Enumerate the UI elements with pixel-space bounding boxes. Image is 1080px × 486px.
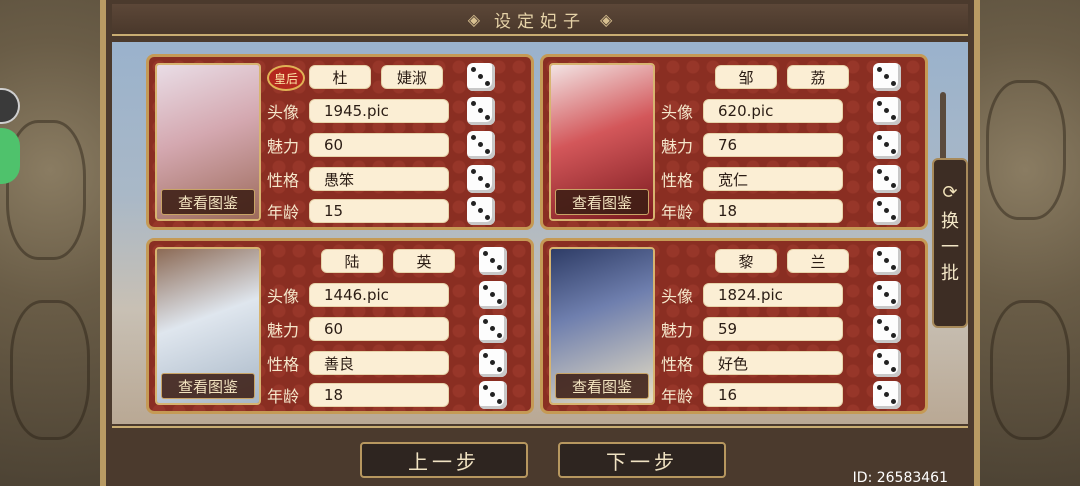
age-field[interactable]: 16	[703, 383, 843, 407]
randomize-age-dice-icon[interactable]	[873, 197, 901, 225]
surname-field[interactable]: 黎	[715, 249, 777, 273]
randomize-avatar-dice-icon[interactable]	[479, 281, 507, 309]
avatar-label: 头像	[661, 103, 694, 122]
personality-field[interactable]: 愚笨	[309, 167, 449, 191]
charm-field[interactable]: 59	[703, 317, 843, 341]
randomize-charm-dice-icon[interactable]	[467, 131, 495, 159]
view-gallery-button[interactable]: 查看图鉴	[555, 373, 649, 399]
personality-field[interactable]: 善良	[309, 351, 449, 375]
age-label: 年龄	[267, 387, 300, 406]
randomize-charm-dice-icon[interactable]	[873, 315, 901, 343]
main-panel: ◈ 设定妃子 ◈ 查看图鉴 皇后 杜 婕淑 头像 1945.pic 魅力 60 …	[100, 0, 980, 486]
floating-menu-button[interactable]	[0, 88, 20, 124]
charm-field[interactable]: 60	[309, 317, 449, 341]
randomize-name-dice-icon[interactable]	[873, 247, 901, 275]
surname-field[interactable]: 杜	[309, 65, 371, 89]
dragon-ornament-icon	[990, 300, 1070, 440]
ornament-icon: ◈	[467, 9, 480, 29]
page-title: 设定妃子	[494, 11, 586, 32]
personality-label: 性格	[267, 355, 300, 374]
swap-batch-button[interactable]: ⟳ 换 一 批	[932, 158, 968, 328]
ornament-icon: ◈	[600, 9, 613, 29]
given-name-field[interactable]: 英	[393, 249, 455, 273]
charm-label: 魅力	[267, 321, 300, 340]
player-id: ID: 26583461	[852, 470, 948, 486]
personality-label: 性格	[661, 355, 694, 374]
given-name-field[interactable]: 兰	[787, 249, 849, 273]
age-label: 年龄	[661, 387, 694, 406]
randomize-avatar-dice-icon[interactable]	[873, 97, 901, 125]
consort-card: 查看图鉴 邹 荔 头像 620.pic 魅力 76 性格 宽仁 年龄 18	[540, 54, 928, 230]
charm-field[interactable]: 76	[703, 133, 843, 157]
randomize-personality-dice-icon[interactable]	[479, 349, 507, 377]
personality-label: 性格	[267, 171, 300, 190]
randomize-age-dice-icon[interactable]	[467, 197, 495, 225]
panel-header: ◈ 设定妃子 ◈	[112, 4, 968, 36]
surname-field[interactable]: 邹	[715, 65, 777, 89]
given-name-field[interactable]: 婕淑	[381, 65, 443, 89]
consort-card: 查看图鉴 黎 兰 头像 1824.pic 魅力 59 性格 好色 年龄 16	[540, 238, 928, 414]
avatar-field[interactable]: 1446.pic	[309, 283, 449, 307]
left-wall-decoration	[0, 0, 100, 486]
charm-label: 魅力	[661, 321, 694, 340]
personality-label: 性格	[661, 171, 694, 190]
age-field[interactable]: 18	[309, 383, 449, 407]
swap-batch-char: 换	[941, 211, 959, 232]
consort-portrait[interactable]: 查看图鉴	[155, 63, 261, 221]
consort-portrait[interactable]: 查看图鉴	[549, 247, 655, 405]
previous-step-button[interactable]: 上一步	[360, 442, 528, 478]
randomize-personality-dice-icon[interactable]	[873, 349, 901, 377]
avatar-label: 头像	[267, 287, 300, 306]
randomize-name-dice-icon[interactable]	[873, 63, 901, 91]
view-gallery-button[interactable]: 查看图鉴	[161, 189, 255, 215]
dragon-ornament-icon	[10, 300, 90, 440]
next-step-button[interactable]: 下一步	[558, 442, 726, 478]
swap-batch-char: 一	[941, 237, 959, 258]
personality-field[interactable]: 宽仁	[703, 167, 843, 191]
age-label: 年龄	[661, 203, 694, 222]
randomize-avatar-dice-icon[interactable]	[467, 97, 495, 125]
randomize-avatar-dice-icon[interactable]	[873, 281, 901, 309]
consort-portrait[interactable]: 查看图鉴	[549, 63, 655, 221]
swap-batch-char: 批	[941, 263, 959, 284]
floating-assist-button[interactable]	[0, 128, 20, 184]
randomize-personality-dice-icon[interactable]	[467, 165, 495, 193]
avatar-label: 头像	[267, 103, 300, 122]
charm-label: 魅力	[661, 137, 694, 156]
charm-field[interactable]: 60	[309, 133, 449, 157]
consort-portrait[interactable]: 查看图鉴	[155, 247, 261, 405]
randomize-name-dice-icon[interactable]	[467, 63, 495, 91]
floating-side-buttons	[0, 88, 20, 188]
avatar-field[interactable]: 620.pic	[703, 99, 843, 123]
consort-card: 查看图鉴 皇后 杜 婕淑 头像 1945.pic 魅力 60 性格 愚笨 年龄 …	[146, 54, 534, 230]
footer-bar: 上一步 下一步 ID: 26583461	[112, 426, 968, 486]
right-wall-decoration	[970, 0, 1080, 486]
view-gallery-button[interactable]: 查看图鉴	[555, 189, 649, 215]
randomize-charm-dice-icon[interactable]	[873, 131, 901, 159]
avatar-label: 头像	[661, 287, 694, 306]
refresh-icon: ⟳	[942, 182, 958, 203]
randomize-charm-dice-icon[interactable]	[479, 315, 507, 343]
randomize-name-dice-icon[interactable]	[479, 247, 507, 275]
consort-card: 查看图鉴 陆 英 头像 1446.pic 魅力 60 性格 善良 年龄 18	[146, 238, 534, 414]
personality-field[interactable]: 好色	[703, 351, 843, 375]
age-field[interactable]: 18	[703, 199, 843, 223]
randomize-age-dice-icon[interactable]	[479, 381, 507, 409]
queen-badge: 皇后	[267, 65, 305, 91]
avatar-field[interactable]: 1824.pic	[703, 283, 843, 307]
randomize-age-dice-icon[interactable]	[873, 381, 901, 409]
consort-grid: 查看图鉴 皇后 杜 婕淑 头像 1945.pic 魅力 60 性格 愚笨 年龄 …	[112, 42, 968, 424]
avatar-field[interactable]: 1945.pic	[309, 99, 449, 123]
age-label: 年龄	[267, 203, 300, 222]
view-gallery-button[interactable]: 查看图鉴	[161, 373, 255, 399]
age-field[interactable]: 15	[309, 199, 449, 223]
dragon-ornament-icon	[986, 80, 1066, 220]
randomize-personality-dice-icon[interactable]	[873, 165, 901, 193]
surname-field[interactable]: 陆	[321, 249, 383, 273]
given-name-field[interactable]: 荔	[787, 65, 849, 89]
charm-label: 魅力	[267, 137, 300, 156]
